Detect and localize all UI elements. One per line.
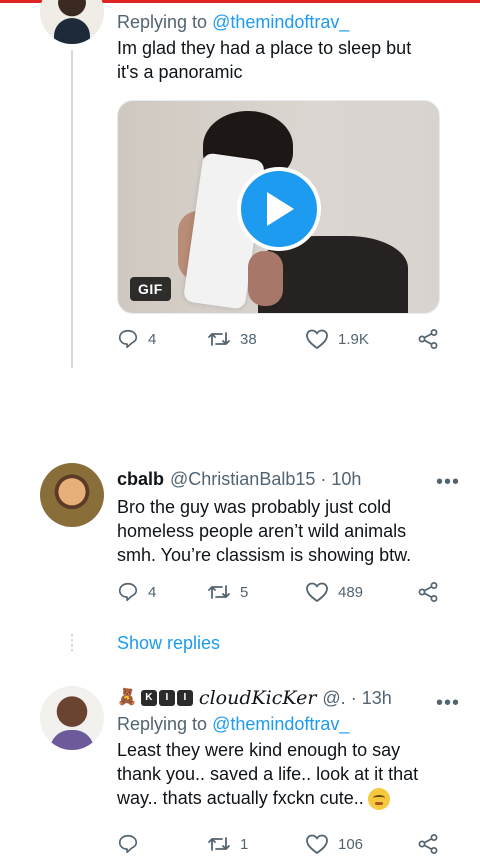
replying-to: Replying to @themindoftrav_ — [117, 712, 460, 736]
replying-to: Replying to @themindoftrav_ — [117, 10, 460, 34]
handle[interactable]: @. — [322, 686, 345, 710]
like-button[interactable]: 106 — [305, 833, 417, 855]
avatar[interactable] — [40, 686, 104, 750]
retweet-count: 1 — [240, 835, 249, 853]
retweet-button[interactable]: 1 — [207, 833, 305, 855]
tweet-actions: 4 38 1.9K — [117, 326, 442, 352]
reply-icon — [118, 329, 138, 349]
tweet-text: Least they were kind enough to say thank… — [117, 738, 447, 811]
gif-badge: GIF — [130, 277, 171, 301]
reply-button[interactable] — [117, 833, 207, 855]
separator: · — [350, 688, 357, 708]
heart-icon — [306, 582, 328, 602]
handle[interactable]: @ChristianBalb15 — [170, 467, 315, 491]
display-name[interactable]: cbalb — [117, 467, 164, 491]
badge-letter: I — [176, 690, 193, 706]
timestamp[interactable]: 10h — [331, 467, 361, 491]
thread-line — [71, 50, 73, 368]
retweet-count: 38 — [240, 330, 257, 348]
like-count: 1.9K — [338, 330, 369, 348]
like-button[interactable]: 489 — [305, 581, 417, 603]
show-replies-link[interactable]: Show replies — [117, 631, 220, 655]
badge-letter: I — [158, 690, 175, 706]
tweet-text: Bro the guy was probably just cold homel… — [117, 497, 412, 565]
tweet-3[interactable]: ••• 🧸 K I I cloudKicKer @. · 13h Replyin… — [0, 678, 480, 866]
replying-to-handle[interactable]: @themindoftrav_ — [212, 714, 349, 734]
tweet-header: 🧸 K I I cloudKicKer @. · 13h — [117, 686, 460, 710]
share-button[interactable] — [417, 833, 439, 855]
face-emoji-icon — [367, 788, 390, 811]
replying-to-handle[interactable]: @themindoftrav_ — [212, 12, 349, 32]
name-badges: K I I — [140, 690, 193, 706]
reply-icon — [118, 834, 138, 854]
retweet-button[interactable]: 38 — [207, 328, 305, 350]
share-button[interactable] — [417, 581, 439, 603]
separator: · — [320, 469, 327, 489]
display-name[interactable]: cloudKicKer — [199, 686, 316, 710]
share-icon — [418, 329, 438, 349]
replying-to-prefix: Replying to — [117, 12, 208, 32]
media-figure-hand — [248, 251, 283, 306]
avatar[interactable] — [40, 463, 104, 527]
like-count: 106 — [338, 835, 364, 853]
reply-icon — [118, 582, 138, 602]
heart-icon — [306, 329, 328, 349]
retweet-icon — [208, 837, 230, 851]
retweet-icon — [208, 585, 230, 599]
badge-letter: K — [140, 690, 157, 706]
tweet-actions: 1 106 — [117, 831, 442, 857]
retweet-button[interactable]: 5 — [207, 581, 305, 603]
like-count: 489 — [338, 583, 364, 601]
reply-button[interactable]: 4 — [117, 328, 207, 350]
reply-count: 4 — [148, 583, 157, 601]
gif-media[interactable]: GIF — [117, 100, 440, 314]
reply-button[interactable]: 4 — [117, 581, 207, 603]
heart-icon — [306, 834, 328, 854]
share-icon — [418, 582, 438, 602]
tweet-1[interactable]: Replying to @themindoftrav_ Im glad they… — [0, 0, 480, 370]
tweet-text: Im glad they had a place to sleep but it… — [117, 38, 412, 82]
timestamp[interactable]: 13h — [362, 686, 392, 710]
tweet-actions: 4 5 489 — [117, 579, 442, 605]
play-button[interactable] — [237, 167, 321, 251]
retweet-count: 5 — [240, 583, 249, 601]
retweet-icon — [208, 332, 230, 346]
share-button[interactable] — [417, 328, 439, 350]
play-icon — [267, 192, 294, 226]
avatar[interactable] — [40, 0, 104, 44]
tweet-header: cbalb @ChristianBalb15 · 10h — [117, 467, 460, 491]
share-icon — [418, 834, 438, 854]
reply-count: 4 — [148, 330, 157, 348]
replying-to-prefix: Replying to — [117, 714, 208, 734]
thread-dots — [71, 634, 73, 654]
like-button[interactable]: 1.9K — [305, 328, 417, 350]
name-emoji: 🧸 — [117, 689, 137, 706]
